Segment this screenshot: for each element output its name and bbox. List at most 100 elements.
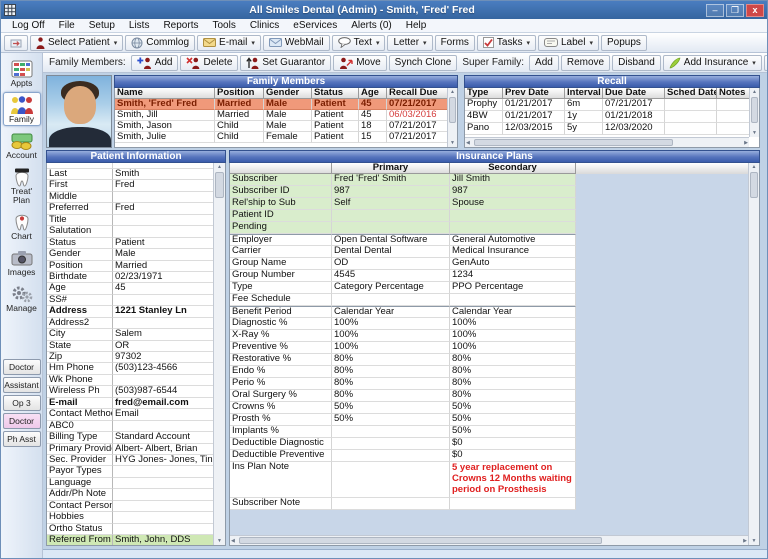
recall-row-2[interactable]: Pano12/03/20155y12/03/2020 bbox=[465, 123, 759, 135]
toolbar-button-icon[interactable] bbox=[4, 35, 28, 51]
column-header-name[interactable]: Name bbox=[115, 88, 215, 99]
insurance-row-preventive[interactable]: Preventive %100%100% bbox=[230, 342, 759, 354]
scrollbar-thumb[interactable] bbox=[474, 139, 673, 146]
insurance-row-benefit-period[interactable]: Benefit PeriodCalendar YearCalendar Year bbox=[230, 306, 759, 318]
patient-info-row-contact-method[interactable]: Contact MethodEmail bbox=[47, 409, 225, 420]
toolbar-button-letter[interactable]: Letter▾ bbox=[387, 35, 432, 51]
patient-info-row-abc0[interactable]: ABC0 bbox=[47, 421, 225, 432]
family-button-set-guarantor[interactable]: Set Guarantor bbox=[240, 55, 331, 71]
insurance-column-header-icon[interactable] bbox=[230, 163, 332, 174]
vertical-scrollbar[interactable]: ▲▼ bbox=[748, 163, 759, 545]
family-button-move[interactable]: Move bbox=[333, 55, 386, 71]
menu-item-eservices[interactable]: eServices bbox=[286, 20, 344, 31]
minimize-button[interactable]: – bbox=[706, 4, 724, 17]
patient-info-row-sec-provider[interactable]: Sec. ProviderHYG Jones- Jones, Tina bbox=[47, 455, 225, 466]
insurance-row-subscriber[interactable]: SubscriberFred 'Fred' SmithJill Smith bbox=[230, 174, 759, 186]
patient-info-row-title[interactable]: Title bbox=[47, 215, 225, 226]
dropdown-arrow-icon[interactable]: ▾ bbox=[589, 39, 593, 47]
patient-info-row-state[interactable]: StateOR bbox=[47, 341, 225, 352]
close-button[interactable]: x bbox=[746, 4, 764, 17]
patient-info-row-age[interactable]: Age45 bbox=[47, 283, 225, 294]
plan-button-discount-plan[interactable]: Discount Plan▾ bbox=[764, 55, 767, 71]
column-header-due-date[interactable]: Due Date bbox=[603, 88, 665, 99]
patient-info-row-preferred[interactable]: PreferredFred bbox=[47, 203, 225, 214]
menu-item-setup[interactable]: Setup bbox=[82, 20, 122, 31]
operatory-button-assistant-1[interactable]: Assistant bbox=[3, 377, 41, 393]
insurance-row-rel-ship-to-sub[interactable]: Rel'ship to SubSelfSpouse bbox=[230, 198, 759, 210]
scroll-down-icon[interactable]: ▼ bbox=[751, 129, 758, 137]
dropdown-arrow-icon[interactable]: ▾ bbox=[114, 39, 118, 47]
insurance-row-pending[interactable]: Pending bbox=[230, 222, 759, 234]
sidebar-item-chart[interactable]: Chart bbox=[3, 209, 41, 243]
toolbar-button-tasks[interactable]: Tasks▾ bbox=[477, 35, 536, 51]
insurance-row-oral-surgery[interactable]: Oral Surgery %80%80% bbox=[230, 390, 759, 402]
operatory-button-doctor-0[interactable]: Doctor bbox=[3, 359, 41, 375]
patient-info-row-ss[interactable]: SS# bbox=[47, 295, 225, 306]
menu-item-log-off[interactable]: Log Off bbox=[5, 20, 52, 31]
insurance-row-subscriber-id[interactable]: Subscriber ID987987 bbox=[230, 186, 759, 198]
sidebar-item-images[interactable]: Images bbox=[3, 245, 41, 279]
plan-button-add-insurance[interactable]: Add Insurance▾ bbox=[663, 55, 762, 71]
scroll-left-icon[interactable]: ◀ bbox=[465, 139, 471, 147]
scroll-right-icon[interactable]: ▶ bbox=[742, 537, 748, 545]
insurance-row-group-number[interactable]: Group Number45451234 bbox=[230, 270, 759, 282]
insurance-row-perio[interactable]: Perio %80%80% bbox=[230, 378, 759, 390]
patient-info-row-billing-type[interactable]: Billing TypeStandard Account bbox=[47, 432, 225, 443]
insurance-row-fee-schedule[interactable]: Fee Schedule bbox=[230, 294, 759, 306]
sidebar-item-manage[interactable]: Manage bbox=[3, 281, 41, 315]
horizontal-scrollbar[interactable]: ◀▶ bbox=[230, 535, 748, 545]
family-button-add[interactable]: Add bbox=[131, 55, 179, 71]
insurance-row-type[interactable]: TypeCategory PercentagePPO Percentage bbox=[230, 282, 759, 294]
insurance-row-x-ray[interactable]: X-Ray %100%100% bbox=[230, 330, 759, 342]
family-button-delete[interactable]: Delete bbox=[180, 55, 238, 71]
insurance-row-diagnostic[interactable]: Diagnostic %100%100% bbox=[230, 318, 759, 330]
menu-item-tools[interactable]: Tools bbox=[205, 20, 242, 31]
scroll-up-icon[interactable]: ▲ bbox=[751, 88, 758, 96]
insurance-row-crowns[interactable]: Crowns %50%50% bbox=[230, 402, 759, 414]
insurance-row-carrier[interactable]: CarrierDental DentalMedical Insurance bbox=[230, 246, 759, 258]
patient-info-row-ortho-status[interactable]: Ortho Status bbox=[47, 524, 225, 535]
patient-photo[interactable] bbox=[46, 75, 112, 148]
insurance-row-employer[interactable]: EmployerOpen Dental SoftwareGeneral Auto… bbox=[230, 234, 759, 246]
column-header-interval[interactable]: Interval bbox=[565, 88, 603, 99]
super-family-button-add[interactable]: Add bbox=[529, 55, 559, 71]
insurance-row-restorative[interactable]: Restorative %80%80% bbox=[230, 354, 759, 366]
family-member-row-1[interactable]: Smith, JillMarriedMalePatient4506/03/201… bbox=[115, 110, 457, 121]
sidebar-item-treat-plan[interactable]: Treat' Plan bbox=[3, 164, 41, 207]
menu-item-lists[interactable]: Lists bbox=[122, 20, 157, 31]
patient-info-row-payor-types[interactable]: Payor Types bbox=[47, 466, 225, 477]
toolbar-button-forms[interactable]: Forms bbox=[435, 35, 475, 51]
patient-info-row-hm-phone[interactable]: Hm Phone(503)123-4566 bbox=[47, 363, 225, 374]
column-header-age[interactable]: Age bbox=[359, 88, 387, 99]
menu-item-help[interactable]: Help bbox=[399, 20, 434, 31]
insurance-column-header-primary[interactable]: Primary bbox=[332, 163, 450, 174]
family-button-synch-clone[interactable]: Synch Clone bbox=[389, 55, 458, 71]
patient-info-row-e-mail[interactable]: E-mailfred@email.com bbox=[47, 398, 225, 409]
super-family-button-disband[interactable]: Disband bbox=[612, 55, 661, 71]
column-header-status[interactable]: Status bbox=[312, 88, 359, 99]
menu-item-reports[interactable]: Reports bbox=[156, 20, 205, 31]
vertical-scrollbar[interactable]: ▲▼ bbox=[749, 88, 759, 137]
toolbar-button-text[interactable]: Text▾ bbox=[332, 35, 386, 51]
patient-info-row-wireless-ph[interactable]: Wireless Ph(503)987-6544 bbox=[47, 386, 225, 397]
scrollbar-thumb[interactable] bbox=[750, 172, 758, 198]
patient-info-row-address2[interactable]: Address2 bbox=[47, 318, 225, 329]
dropdown-arrow-icon[interactable]: ▾ bbox=[526, 39, 530, 47]
insurance-column-header-secondary[interactable]: Secondary bbox=[450, 163, 576, 174]
family-member-row-0[interactable]: Smith, 'Fred' FredMarriedMalePatient4507… bbox=[115, 99, 457, 110]
scrollbar-thumb[interactable] bbox=[449, 97, 456, 123]
column-header-sched-date[interactable]: Sched Date bbox=[665, 88, 717, 99]
horizontal-scrollbar[interactable]: ◀▶ bbox=[465, 137, 749, 147]
menu-item-clinics[interactable]: Clinics bbox=[243, 20, 286, 31]
insurance-row-group-name[interactable]: Group NameODGenAuto bbox=[230, 258, 759, 270]
toolbar-button-label[interactable]: Label▾ bbox=[538, 35, 599, 51]
scrollbar-thumb[interactable] bbox=[215, 172, 224, 198]
insurance-row-prosth[interactable]: Prosth %50%50% bbox=[230, 414, 759, 426]
dropdown-arrow-icon[interactable]: ▾ bbox=[423, 39, 427, 47]
family-member-row-2[interactable]: Smith, JasonChildMalePatient1807/21/2017 bbox=[115, 121, 457, 132]
patient-info-row-position[interactable]: PositionMarried bbox=[47, 261, 225, 272]
scroll-up-icon[interactable]: ▲ bbox=[449, 88, 456, 96]
patient-info-row-wk-phone[interactable]: Wk Phone bbox=[47, 375, 225, 386]
patient-info-row-contact-person[interactable]: Contact Person bbox=[47, 501, 225, 512]
patient-info-row-salutation[interactable]: Salutation bbox=[47, 226, 225, 237]
